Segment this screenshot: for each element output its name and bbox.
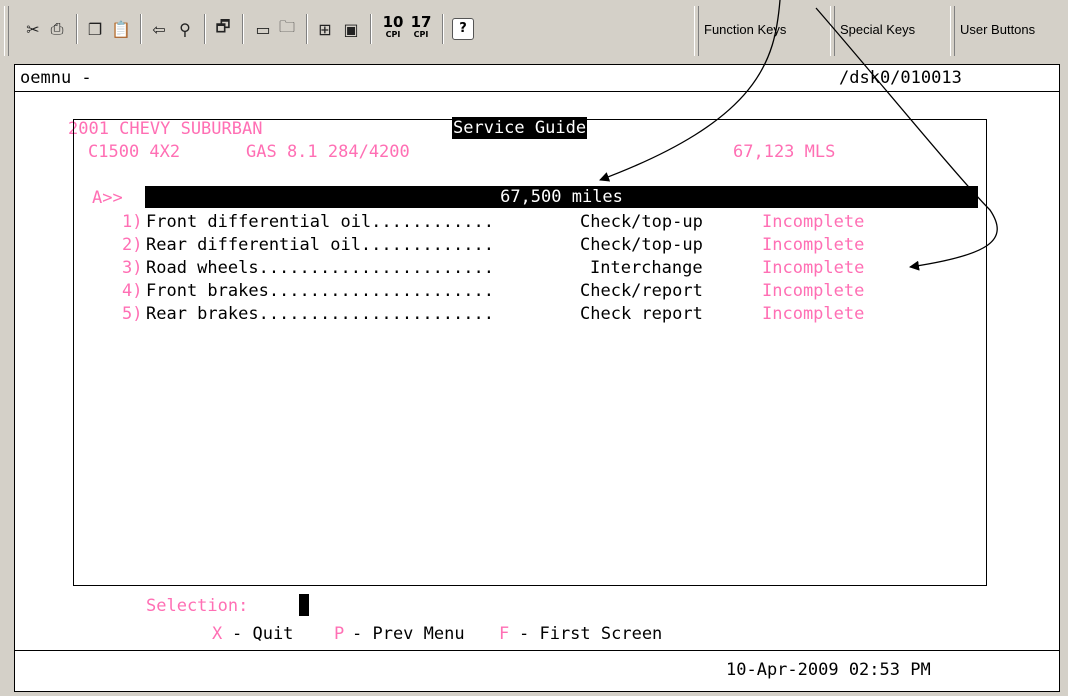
toolbar-separator [140, 14, 142, 44]
window-icon[interactable]: ▣ [340, 18, 362, 40]
program-name: oemnu - [20, 68, 92, 88]
cpi-10-unit: CPI [385, 30, 401, 39]
toolbar-grip[interactable] [830, 6, 835, 56]
toolbar-separator [306, 14, 308, 44]
toolbar-grip[interactable] [4, 6, 9, 56]
new-window-icon[interactable]: ▭ [252, 18, 274, 40]
item-action: Check/report [580, 281, 703, 301]
item-status: Incomplete [762, 258, 865, 278]
back-icon[interactable]: ⇦ [148, 18, 170, 40]
terminal-path: /dsk0/010013 [839, 68, 962, 88]
toolbar-separator [370, 14, 372, 44]
toolbar: ✂ ⎙ ❐ 📋 ⇦ ⚲ 🗗 ▭ 🗀 ⊞ ▣ 10 CPI 17 CPI ? Fu… [0, 0, 1068, 64]
section-title: 67,500 miles [145, 186, 978, 208]
toolbar-separator [204, 14, 206, 44]
item-action: Interchange [590, 258, 703, 278]
section-marker: A>> [92, 188, 123, 208]
item-number: 3) [122, 258, 143, 278]
special-keys-button[interactable]: Special Keys [840, 19, 915, 41]
key-label: - Quit [232, 624, 294, 644]
scissors-icon[interactable]: ✂ [22, 18, 44, 40]
cpi-17-number: 17 [410, 13, 432, 31]
user-buttons-button[interactable]: User Buttons [960, 19, 1035, 41]
properties-icon[interactable]: 🗗 [212, 17, 234, 40]
item-number: 5) [122, 304, 143, 324]
toolbar-separator [242, 14, 244, 44]
find-icon[interactable]: ⚲ [174, 18, 196, 40]
item-description: Front brakes...................... [146, 281, 494, 301]
item-description: Road wheels....................... [146, 258, 494, 278]
cpi-17-button[interactable]: 17 CPI [408, 14, 434, 44]
function-keys-button[interactable]: Function Keys [704, 19, 786, 41]
item-status: Incomplete [762, 304, 865, 324]
copy-icon[interactable]: ❐ [84, 18, 106, 40]
key-label: - First Screen [519, 624, 663, 644]
item-action: Check/top-up [580, 235, 703, 255]
cpi-10-number: 10 [382, 13, 404, 31]
toolbar-grip[interactable] [950, 6, 955, 56]
item-status: Incomplete [762, 235, 865, 255]
cpi-10-button[interactable]: 10 CPI [380, 14, 406, 44]
item-status: Incomplete [762, 281, 865, 301]
key-letter: P [334, 624, 345, 644]
key-letter: X [212, 624, 223, 644]
paste-icon[interactable]: 📋 [110, 18, 132, 40]
toolbar-separator [442, 14, 444, 44]
item-description: Rear brakes....................... [146, 304, 494, 324]
item-status: Incomplete [762, 212, 865, 232]
item-number: 1) [122, 212, 143, 232]
key-label: - Prev Menu [352, 624, 465, 644]
selection-cursor[interactable] [299, 594, 309, 616]
open-icon[interactable]: 🗀 [276, 17, 298, 40]
item-number: 2) [122, 235, 143, 255]
item-action: Check report [580, 304, 703, 324]
fullscreen-icon[interactable]: ⊞ [314, 18, 336, 40]
item-number: 4) [122, 281, 143, 301]
toolbar-grip[interactable] [694, 6, 699, 56]
selection-label: Selection: [146, 596, 249, 616]
print-icon[interactable]: ⎙ [46, 18, 68, 40]
toolbar-separator [76, 14, 78, 44]
date-time: 10-Apr-2009 02:53 PM [726, 660, 931, 680]
item-description: Rear differential oil............. [146, 235, 494, 255]
key-letter: F [499, 624, 510, 644]
cpi-17-unit: CPI [413, 30, 429, 39]
item-description: Front differential oil............ [146, 212, 494, 232]
item-action: Check/top-up [580, 212, 703, 232]
help-icon[interactable]: ? [452, 18, 474, 40]
